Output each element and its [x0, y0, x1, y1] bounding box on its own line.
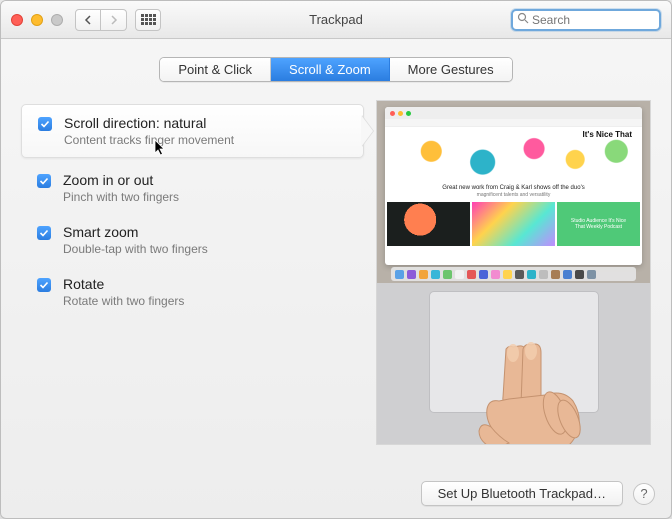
option-rotate[interactable]: Rotate Rotate with two fingers	[21, 266, 364, 318]
option-subtitle: Double-tap with two fingers	[63, 242, 208, 256]
option-zoom[interactable]: Zoom in or out Pinch with two fingers	[21, 162, 364, 214]
search-field-wrap[interactable]	[511, 9, 661, 31]
check-icon	[39, 280, 49, 290]
grid-icon	[141, 14, 156, 25]
maximize-window-button[interactable]	[51, 14, 63, 26]
check-icon	[39, 176, 49, 186]
option-smart-zoom[interactable]: Smart zoom Double-tap with two fingers	[21, 214, 364, 266]
check-icon	[40, 119, 50, 129]
minimize-window-button[interactable]	[31, 14, 43, 26]
option-title: Zoom in or out	[63, 172, 179, 188]
checkbox-rotate[interactable]	[37, 278, 51, 292]
checkbox-smart-zoom[interactable]	[37, 226, 51, 240]
chevron-left-icon	[84, 15, 92, 25]
tabs-row: Point & Click Scroll & Zoom More Gesture…	[1, 57, 671, 82]
option-subtitle: Content tracks finger movement	[64, 133, 234, 147]
hand-icon	[469, 339, 589, 445]
close-window-button[interactable]	[11, 14, 23, 26]
checkbox-scroll-direction[interactable]	[38, 117, 52, 131]
preview-tagline-1: Great new work from Craig & Karl shows o…	[397, 185, 630, 191]
checkbox-zoom[interactable]	[37, 174, 51, 188]
option-title: Scroll direction: natural	[64, 115, 234, 131]
option-subtitle: Pinch with two fingers	[63, 190, 179, 204]
preview-thumb	[472, 202, 555, 246]
option-title: Rotate	[63, 276, 184, 292]
preview-dock	[391, 267, 636, 281]
tab-more-gestures[interactable]: More Gestures	[390, 58, 512, 81]
preview-browser-chrome	[385, 107, 642, 119]
help-button[interactable]: ?	[633, 483, 655, 505]
search-input[interactable]	[532, 13, 672, 27]
preview-tagline-2: magnificent talents and versatility	[397, 192, 630, 198]
content-body: Scroll direction: natural Content tracks…	[1, 82, 671, 455]
gesture-preview: It's Nice That Great new work from Craig…	[376, 100, 651, 445]
window-controls	[11, 14, 63, 26]
option-text: Scroll direction: natural Content tracks…	[64, 115, 234, 147]
option-text: Rotate Rotate with two fingers	[63, 276, 184, 308]
options-list: Scroll direction: natural Content tracks…	[21, 100, 364, 445]
search-icon	[517, 12, 529, 27]
check-icon	[39, 228, 49, 238]
option-scroll-direction[interactable]: Scroll direction: natural Content tracks…	[21, 104, 364, 158]
preview-browser: It's Nice That Great new work from Craig…	[385, 107, 642, 265]
option-title: Smart zoom	[63, 224, 208, 240]
preview-thumb	[387, 202, 470, 246]
option-subtitle: Rotate with two fingers	[63, 294, 184, 308]
footer: Set Up Bluetooth Trackpad… ?	[421, 481, 655, 506]
forward-button[interactable]	[101, 9, 127, 31]
tab-point-click[interactable]: Point & Click	[160, 58, 271, 81]
option-text: Smart zoom Double-tap with two fingers	[63, 224, 208, 256]
titlebar: Trackpad	[1, 1, 671, 39]
option-text: Zoom in or out Pinch with two fingers	[63, 172, 179, 204]
preview-site-title: It's Nice That	[583, 130, 632, 139]
setup-bluetooth-button[interactable]: Set Up Bluetooth Trackpad…	[421, 481, 623, 506]
tab-scroll-zoom[interactable]: Scroll & Zoom	[271, 58, 390, 81]
preview-badge: Studio Audience It's Nice That Weekly Po…	[565, 218, 631, 230]
preview-thumb: Studio Audience It's Nice That Weekly Po…	[557, 202, 640, 246]
tabs: Point & Click Scroll & Zoom More Gesture…	[159, 57, 512, 82]
preview-url-bar	[385, 119, 642, 127]
preview-hero-art: It's Nice That	[385, 127, 642, 181]
chevron-right-icon	[110, 15, 118, 25]
preview-tagline: Great new work from Craig & Karl shows o…	[385, 181, 642, 202]
show-all-button[interactable]	[135, 9, 161, 31]
nav-buttons	[75, 9, 127, 31]
preview-laptop	[377, 283, 650, 444]
preview-thumbnails: Studio Audience It's Nice That Weekly Po…	[385, 202, 642, 246]
back-button[interactable]	[75, 9, 101, 31]
trackpad-preferences-window: Trackpad Point & Click Scroll & Zoom Mor…	[0, 0, 672, 519]
